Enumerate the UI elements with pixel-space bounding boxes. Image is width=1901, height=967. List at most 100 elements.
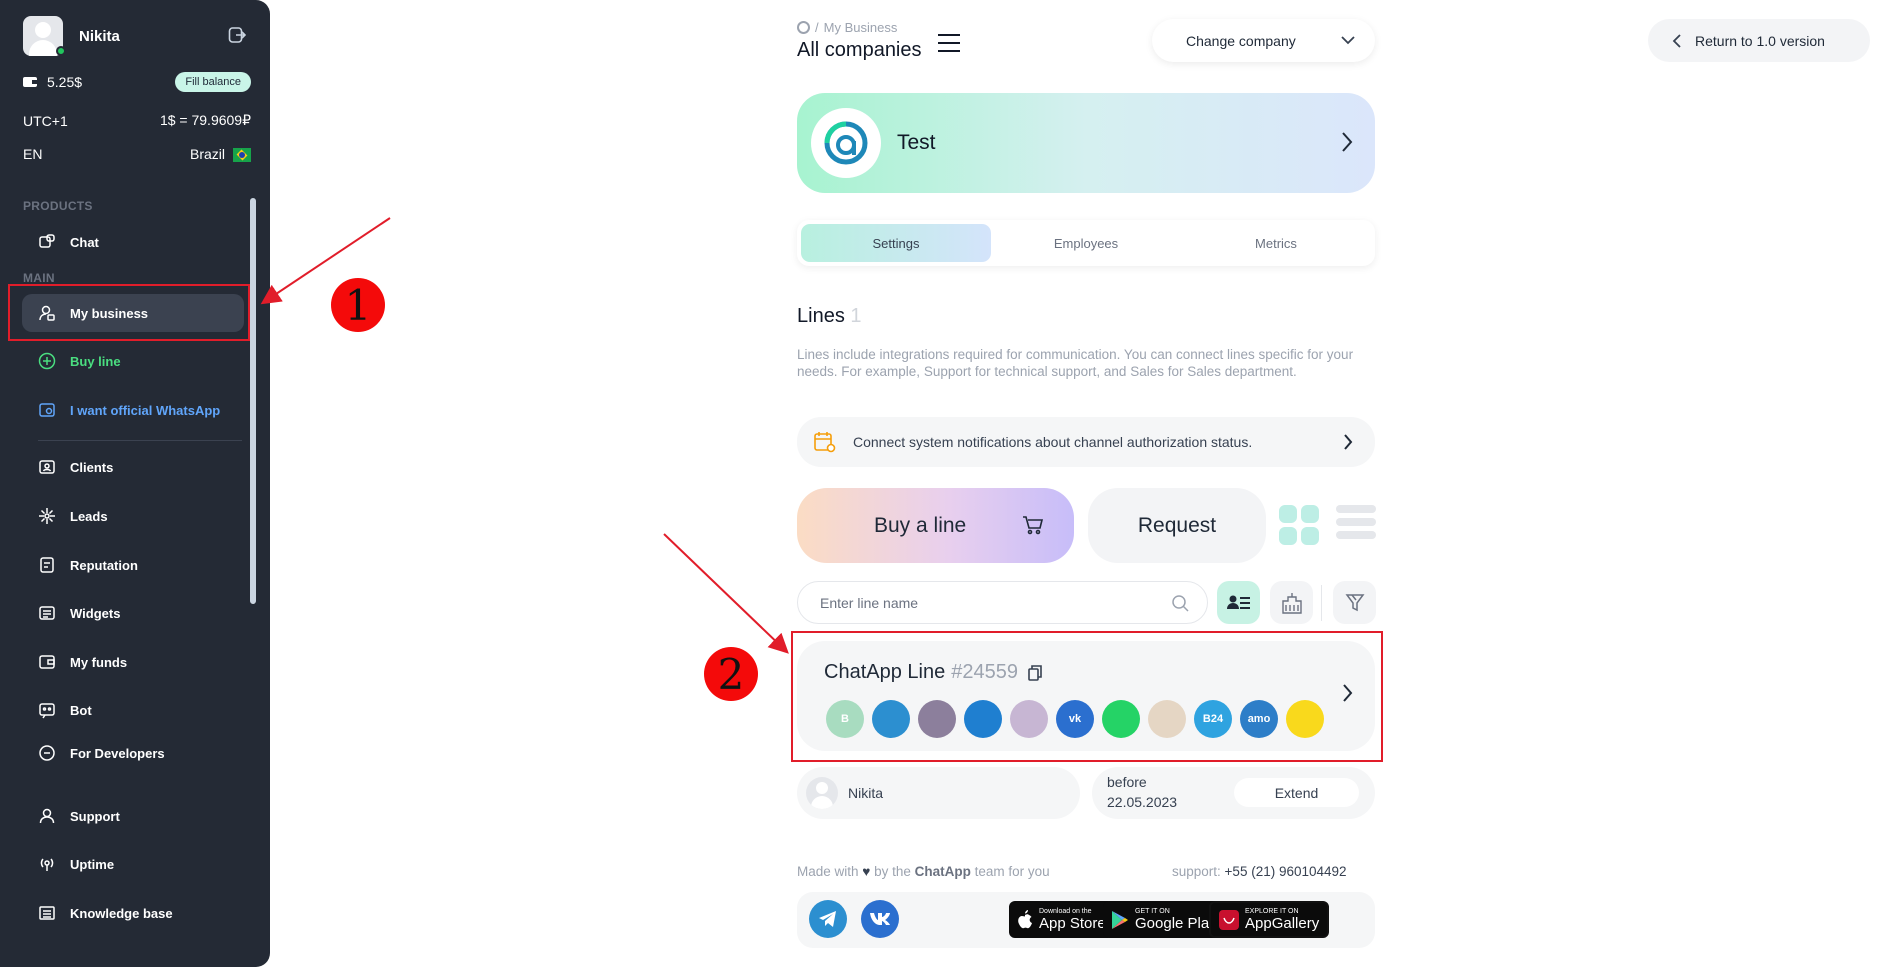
cart-icon <box>1023 516 1044 535</box>
vk-icon[interactable] <box>861 900 899 938</box>
sidebar-item-knowledge-base[interactable]: Knowledge base <box>22 894 244 932</box>
sidebar-item-developers-clip: For Developers <box>22 744 244 762</box>
company-name: Test <box>897 131 936 154</box>
sidebar-item-chat[interactable]: Chat <box>22 223 244 261</box>
sidebar-item-label: Leads <box>70 508 108 524</box>
leads-icon <box>39 508 55 524</box>
filter-icon <box>1345 593 1364 611</box>
chat-icon <box>39 234 55 248</box>
sidebar-item-label: Clients <box>70 459 114 475</box>
return-version-button[interactable]: Return to 1.0 version <box>1648 19 1870 62</box>
sidebar-item-widgets[interactable]: Widgets <box>22 594 244 632</box>
list-filter-button[interactable] <box>1217 581 1260 624</box>
sidebar-scrollbar-thumb[interactable] <box>250 198 256 604</box>
country[interactable]: Brazil <box>189 146 251 163</box>
lines-heading: Lines 1 <box>797 305 862 328</box>
sidebar-item-clients[interactable]: Clients <box>22 448 244 486</box>
company-card[interactable]: Test <box>797 93 1375 193</box>
tab-employees[interactable]: Employees <box>991 224 1181 262</box>
buy-line-label: Buy a line <box>874 513 967 537</box>
return-version-label: Return to 1.0 version <box>1695 32 1825 49</box>
brazil-flag-icon <box>233 148 251 163</box>
appgallery-badge[interactable]: EXPLORE IT ON AppGallery <box>1209 901 1330 938</box>
language[interactable]: EN <box>23 146 42 162</box>
contact-list-icon <box>1226 595 1250 609</box>
search-icon[interactable] <box>1171 594 1189 612</box>
chevron-left-icon <box>1672 33 1681 48</box>
knowledge-icon <box>39 906 55 920</box>
sidebar-item-leads[interactable]: Leads <box>22 497 244 535</box>
chevron-right-icon <box>1344 434 1353 450</box>
change-company-label: Change company <box>1186 32 1296 49</box>
request-button[interactable]: Request <box>1088 488 1266 563</box>
user-profile[interactable]: Nikita <box>23 16 120 56</box>
sidebar-item-support[interactable]: Support <box>22 797 244 835</box>
section-products: PRODUCTS <box>23 199 93 213</box>
balance-value: 5.25$ <box>47 74 83 90</box>
reputation-icon <box>40 557 54 573</box>
change-company-select[interactable]: Change company <box>1152 19 1375 62</box>
sidebar: Nikita 5.25$ Fill balance UTC+1 1$ = 79.… <box>0 0 270 967</box>
support-icon <box>39 808 55 824</box>
menu-icon[interactable] <box>938 34 960 54</box>
sidebar-scrollbar[interactable] <box>250 198 256 604</box>
timezone-row: UTC+1 1$ = 79.9609₽ <box>23 112 251 129</box>
sidebar-item-for-developers[interactable]: For Developers <box>22 744 244 762</box>
balance-row: 5.25$ Fill balance <box>23 72 251 92</box>
telegram-icon[interactable] <box>809 900 847 938</box>
notifications-bar[interactable]: Connect system notifications about chann… <box>797 417 1375 467</box>
line-owner[interactable]: Nikita <box>797 767 1080 819</box>
sidebar-item-label: Buy line <box>70 353 121 369</box>
sidebar-item-label: Chat <box>70 234 99 250</box>
lines-description: Lines include integrations required for … <box>797 347 1354 379</box>
made-with-part-2: by the <box>874 864 911 879</box>
chatapp-logo-icon <box>797 21 810 34</box>
footer-links: Download on the App Store GET IT ON Google… <box>797 892 1375 948</box>
owner-name: Nikita <box>848 785 884 801</box>
grid-view-icon[interactable] <box>1279 505 1319 545</box>
clients-icon <box>39 460 55 474</box>
sidebar-item-buy-line[interactable]: Buy line <box>22 342 244 380</box>
huawei-icon <box>1219 909 1239 930</box>
filter-button[interactable] <box>1333 581 1376 624</box>
sidebar-item-uptime[interactable]: Uptime <box>22 845 244 883</box>
buy-line-button[interactable]: Buy a line <box>797 488 1074 563</box>
timezone[interactable]: UTC+1 <box>23 113 68 129</box>
chevron-down-icon <box>1341 36 1355 45</box>
breadcrumb-my-business[interactable]: My Business <box>824 20 898 35</box>
calendar-gear-icon <box>814 432 836 453</box>
sidebar-item-my-funds[interactable]: My funds <box>22 643 244 681</box>
uptime-icon <box>40 858 54 871</box>
plus-circle-icon <box>38 352 56 370</box>
company-filter-button[interactable] <box>1270 581 1313 624</box>
annotation-box-1 <box>8 284 250 341</box>
whatsapp-card-icon <box>39 403 55 417</box>
google-play-icon <box>1112 910 1128 929</box>
logout-icon[interactable] <box>228 26 246 44</box>
list-view-icon[interactable] <box>1336 505 1376 545</box>
sidebar-item-label: I want official WhatsApp <box>70 402 221 418</box>
tab-settings[interactable]: Settings <box>801 224 991 262</box>
annotation-box-2 <box>791 631 1383 762</box>
tab-metrics[interactable]: Metrics <box>1181 224 1371 262</box>
sidebar-item-bot[interactable]: Bot <box>22 691 244 729</box>
sidebar-item-reputation[interactable]: Reputation <box>22 546 244 584</box>
building-icon <box>1281 592 1302 614</box>
country-name: Brazil <box>189 146 225 162</box>
toolbar-divider <box>1321 585 1322 621</box>
support-phone[interactable]: +55 (21) 960104492 <box>1225 864 1347 879</box>
search-input[interactable] <box>820 594 1171 611</box>
app-store-badge[interactable]: Download on the App Store <box>1009 901 1114 938</box>
company-tabs: Settings Employees Metrics <box>797 220 1375 266</box>
breadcrumb[interactable]: / My Business <box>797 20 897 35</box>
lines-title: Lines <box>797 305 845 327</box>
sidebar-item-official-whatsapp[interactable]: I want official WhatsApp <box>22 391 244 429</box>
appgallery-big: AppGallery <box>1245 914 1320 932</box>
fill-balance-button[interactable]: Fill balance <box>175 72 251 92</box>
sidebar-item-label: My funds <box>70 654 128 670</box>
brand-name: ChatApp <box>914 864 971 879</box>
sidebar-item-label: Knowledge base <box>70 905 173 921</box>
app-store-big: App Store <box>1039 914 1106 932</box>
extend-button[interactable]: Extend <box>1234 778 1359 807</box>
google-play-badge[interactable]: GET IT ON Google Play <box>1103 901 1225 938</box>
